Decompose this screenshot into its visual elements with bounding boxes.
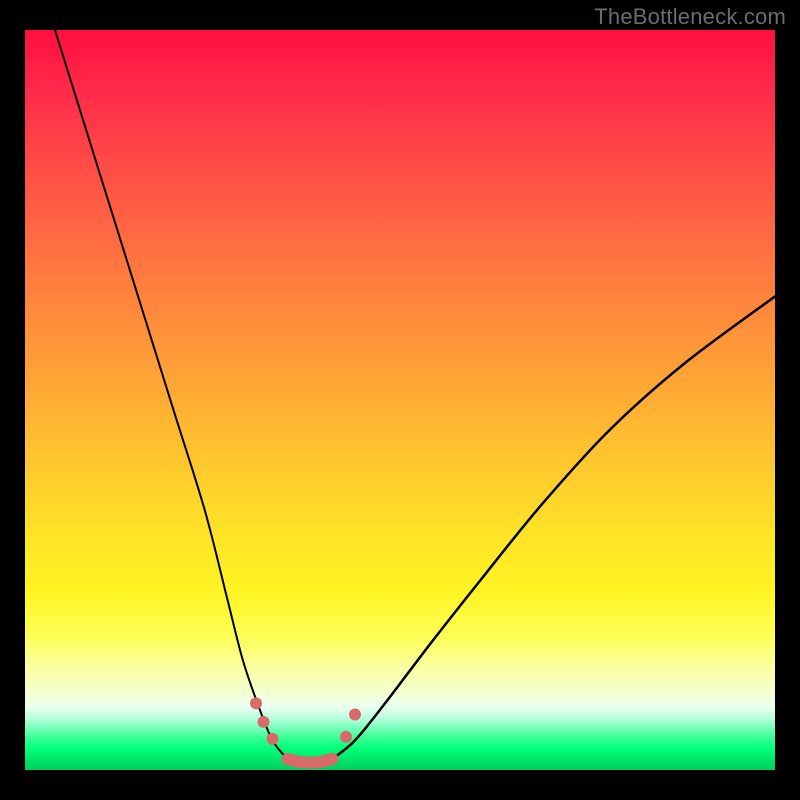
right-curve (333, 296, 776, 759)
plot-area (25, 30, 775, 770)
chart-svg (25, 30, 775, 770)
left-dots-point (267, 733, 279, 745)
valley-floor (288, 759, 333, 763)
left-dots-point (258, 716, 270, 728)
right-dots-point (349, 709, 361, 721)
left-curve (55, 30, 288, 759)
right-dots-point (340, 731, 352, 743)
watermark-text: TheBottleneck.com (594, 4, 786, 30)
chart-stage: TheBottleneck.com (0, 0, 800, 800)
left-dots-point (250, 697, 262, 709)
